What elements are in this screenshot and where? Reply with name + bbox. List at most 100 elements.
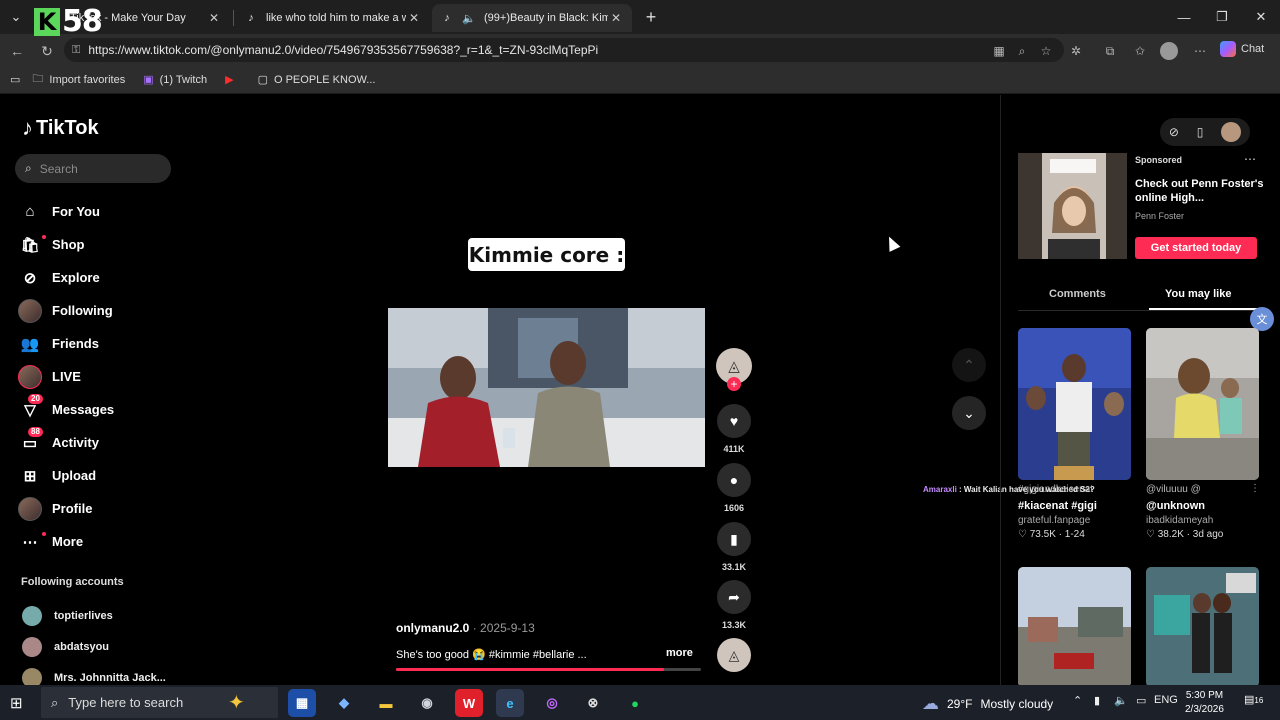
favorites-icon[interactable]: ✩ bbox=[1131, 42, 1149, 60]
more-description-link[interactable]: more bbox=[666, 647, 693, 659]
tab-video-active[interactable]: ♪ 🔈 (99+)Beauty in Black: Kimmie ✕ bbox=[432, 4, 632, 32]
share-button[interactable]: ➦ bbox=[717, 580, 751, 614]
bookmark-twitch[interactable]: ▣ (1) Twitch bbox=[143, 73, 207, 87]
site-info-icon[interactable]: ⚿ bbox=[72, 44, 80, 57]
sidebar-item-upload[interactable]: ⊞ Upload bbox=[18, 459, 114, 492]
previous-video-button[interactable]: ⌃ bbox=[952, 348, 986, 382]
extensions-icon[interactable]: ✲ bbox=[1067, 42, 1085, 60]
back-button[interactable]: ← bbox=[6, 40, 28, 62]
tiktok-favicon-icon: ♪ bbox=[444, 12, 450, 24]
sidebar-item-for-you[interactable]: ⌂ For You bbox=[18, 195, 114, 228]
close-tab-icon[interactable]: ✕ bbox=[206, 11, 222, 25]
following-account-item[interactable]: abdatsyou bbox=[22, 631, 166, 662]
recommended-options-icon[interactable]: ⋮ bbox=[1250, 483, 1260, 494]
address-bar-row: ← ↻ ⚿ https://www.tiktok.com/@onlymanu2.… bbox=[0, 34, 1280, 66]
sidebar-item-activity[interactable]: ▭ 88 Activity bbox=[18, 426, 114, 459]
tray-chevron-icon[interactable]: ⌃ bbox=[1073, 694, 1082, 707]
notifications-button[interactable]: ▤16 bbox=[1244, 693, 1264, 711]
comment-button[interactable]: ● bbox=[717, 463, 751, 497]
sidebar-item-shop[interactable]: 🛍 Shop bbox=[18, 228, 114, 261]
obs-icon[interactable]: ⊗ bbox=[579, 689, 607, 717]
sidebar-item-messages[interactable]: ▽ 20 Messages bbox=[18, 393, 114, 426]
zoom-icon[interactable]: ⌕ bbox=[1013, 42, 1031, 60]
ad-advertiser[interactable]: Penn Foster bbox=[1135, 211, 1184, 221]
favorite-star-icon[interactable]: ☆ bbox=[1037, 42, 1055, 60]
sidebar-item-profile[interactable]: Profile bbox=[18, 492, 114, 525]
comment-count: 1606 bbox=[723, 503, 745, 513]
url-field[interactable]: ⚿ https://www.tiktok.com/@onlymanu2.0/vi… bbox=[64, 38, 1064, 62]
maximize-button[interactable]: ❐ bbox=[1203, 0, 1241, 34]
recommended-video-card[interactable] bbox=[1146, 567, 1259, 687]
ad-options-icon[interactable]: ⋯ bbox=[1244, 152, 1256, 166]
edge-browser-icon[interactable]: e bbox=[496, 689, 524, 717]
copilot-sparkle-icon[interactable]: ✦ bbox=[228, 690, 245, 715]
steam-icon[interactable]: ◉ bbox=[413, 689, 441, 717]
sidebar-item-friends[interactable]: 👥 Friends bbox=[18, 327, 114, 360]
close-tab-icon[interactable]: ✕ bbox=[608, 11, 624, 25]
search-input[interactable]: ⌕ Search bbox=[15, 154, 171, 183]
bookmark-people-know[interactable]: ▢ O PEOPLE KNOW... bbox=[258, 73, 376, 87]
save-button[interactable]: ▮ bbox=[717, 522, 751, 556]
network-icon[interactable]: ▭ bbox=[1136, 694, 1146, 707]
collections-icon[interactable]: ⧉ bbox=[1101, 42, 1119, 60]
sidebar-item-live[interactable]: LIVE bbox=[18, 360, 114, 393]
language-indicator[interactable]: ENG bbox=[1154, 694, 1178, 706]
ad-title[interactable]: Check out Penn Foster's online High... bbox=[1135, 177, 1265, 205]
bookmark-label: Import favorites bbox=[49, 73, 126, 86]
app-available-icon[interactable]: ▦ bbox=[990, 42, 1008, 60]
microphone-icon[interactable]: ▮ bbox=[1094, 694, 1100, 707]
share-icon: ➦ bbox=[728, 588, 740, 605]
video-progress-bar[interactable] bbox=[396, 668, 701, 671]
explore-compass-icon[interactable]: ⊘ bbox=[1169, 125, 1179, 139]
sidebar-item-explore[interactable]: ⊘ Explore bbox=[18, 261, 114, 294]
new-tab-button[interactable]: + bbox=[632, 0, 670, 34]
spotify-icon[interactable]: ● bbox=[621, 689, 649, 717]
recommended-title: @unknown bbox=[1146, 500, 1205, 512]
user-avatar[interactable] bbox=[1221, 122, 1242, 142]
chevron-down-icon: ⌄ bbox=[963, 404, 975, 421]
reading-list-icon[interactable]: ▭ bbox=[10, 73, 20, 86]
like-count: 411K bbox=[723, 444, 745, 454]
tab-list-chevron-icon[interactable]: ⌄ bbox=[0, 0, 32, 34]
file-explorer-icon[interactable]: ▬ bbox=[372, 689, 400, 717]
discord-icon[interactable]: ◎ bbox=[538, 689, 566, 717]
sidebar-item-following[interactable]: Following bbox=[18, 294, 114, 327]
refresh-button[interactable]: ↻ bbox=[36, 40, 58, 62]
copilot-chat-button[interactable]: Chat bbox=[1220, 41, 1264, 57]
sound-disc-button[interactable]: ◬ bbox=[717, 638, 751, 672]
overlay-badge-number: 58 bbox=[62, 4, 103, 39]
tab-you-may-like[interactable]: You may like bbox=[1165, 288, 1231, 300]
ad-cta-button[interactable]: Get started today bbox=[1135, 237, 1257, 259]
recommended-video-card[interactable]: #gigiandkaicenat #kiacenat #gigi gratefu… bbox=[1018, 328, 1131, 540]
following-account-item[interactable]: toptierlives bbox=[22, 600, 166, 631]
profile-icon[interactable] bbox=[1160, 42, 1178, 60]
device-icon[interactable]: ▯ bbox=[1197, 125, 1204, 139]
close-tab-icon[interactable]: ✕ bbox=[406, 11, 422, 25]
ad-thumbnail[interactable] bbox=[1018, 153, 1127, 259]
video-creator[interactable]: onlymanu2.0 · 2025-9-13 bbox=[396, 621, 535, 635]
sidebar-item-more[interactable]: ⋯ More bbox=[18, 525, 114, 558]
copilot-app-icon[interactable]: ◆ bbox=[330, 689, 358, 717]
speaker-icon[interactable]: 🔈 bbox=[462, 11, 476, 25]
video-player[interactable] bbox=[388, 308, 705, 467]
next-video-button[interactable]: ⌄ bbox=[952, 396, 986, 430]
recommended-video-card[interactable]: @viluuuu @ ⋮ @unknown ibadkidameyah ♡ 38… bbox=[1146, 328, 1260, 540]
bookmark-import-favorites[interactable]: 🗀 Import favorites bbox=[32, 70, 125, 89]
system-clock[interactable]: 5:30 PM 2/3/2026 bbox=[1185, 689, 1224, 717]
wps-office-icon[interactable]: W bbox=[455, 689, 483, 717]
minimize-button[interactable]: — bbox=[1165, 0, 1203, 34]
creator-avatar[interactable]: ◬ + bbox=[716, 348, 752, 391]
recommended-video-card[interactable] bbox=[1018, 567, 1131, 687]
tab-comments[interactable]: Comments bbox=[1049, 288, 1106, 300]
microsoft-store-icon[interactable]: ▦ bbox=[288, 689, 316, 717]
volume-icon[interactable]: 🔈 bbox=[1114, 694, 1128, 707]
weather-widget[interactable]: ☁ 29°F Mostly cloudy bbox=[922, 694, 1053, 714]
like-button[interactable]: ♥ bbox=[717, 404, 751, 438]
close-window-button[interactable]: ✕ bbox=[1242, 0, 1280, 34]
follow-plus-icon[interactable]: + bbox=[727, 377, 741, 391]
tiktok-logo[interactable]: ♪ TikTok bbox=[22, 115, 99, 141]
settings-more-icon[interactable]: ⋯ bbox=[1191, 42, 1209, 60]
tab-video-1[interactable]: ♪ like who told him to make a whole ✕ bbox=[236, 4, 430, 32]
windows-start-icon[interactable]: ⊞ bbox=[10, 694, 23, 712]
bookmark-youtube[interactable]: ▶ bbox=[225, 73, 239, 86]
